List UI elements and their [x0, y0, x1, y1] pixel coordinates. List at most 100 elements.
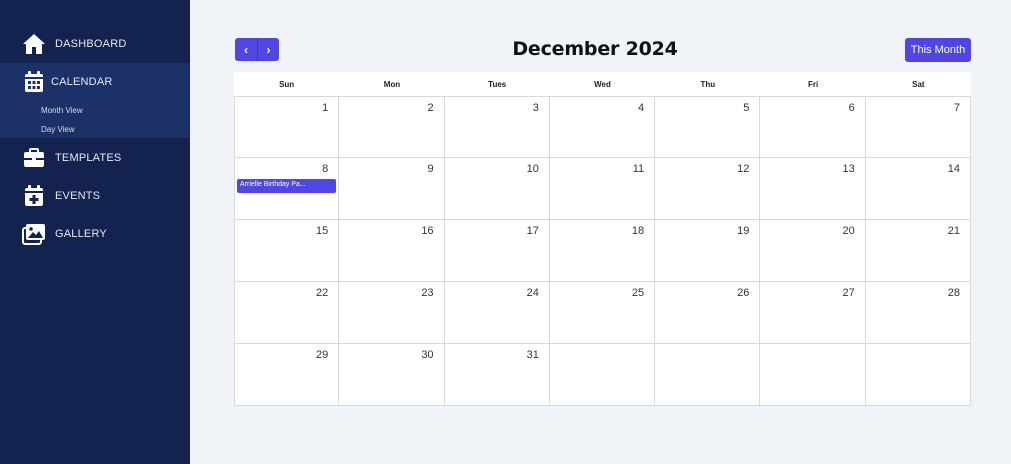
gallery-icon — [21, 222, 47, 246]
day-cell[interactable]: 2 — [339, 96, 445, 158]
sidebar: DASHBOARD CALENDAR Month View Day View T… — [0, 0, 190, 464]
day-cell[interactable]: 26 — [655, 282, 761, 344]
sidebar-item-gallery[interactable]: GALLERY — [0, 222, 190, 246]
day-cell[interactable]: 22 — [234, 282, 340, 344]
month-nav-group: ‹ › — [235, 38, 279, 61]
day-number: 31 — [526, 349, 539, 361]
day-cell[interactable]: 14 — [865, 158, 971, 220]
home-icon — [21, 32, 47, 56]
weekday-label: Thu — [700, 79, 716, 89]
day-cell[interactable]: 21 — [865, 220, 971, 282]
day-number: 29 — [316, 349, 329, 361]
weekday-header: Sun Mon Tues Wed Thu Fri Sat — [234, 72, 971, 96]
day-cell[interactable]: 18 — [549, 220, 656, 282]
day-number: 1 — [322, 102, 329, 114]
sidebar-subitem-day-view[interactable]: Day View — [41, 125, 75, 134]
sidebar-item-label: TEMPLATES — [55, 152, 122, 164]
day-number: 25 — [631, 287, 645, 299]
day-cell[interactable]: 1 — [234, 96, 340, 158]
day-cell[interactable] — [655, 344, 761, 406]
month-calendar: Sun Mon Tues Wed Thu Fri Sat 1 2 3 4 5 6… — [234, 72, 971, 406]
sidebar-item-events[interactable]: EVENTS — [0, 184, 190, 208]
next-month-button[interactable]: › — [257, 38, 279, 61]
day-cell[interactable]: 13 — [760, 158, 866, 220]
week-row: 29 30 31 — [234, 344, 971, 406]
week-row: 15 16 17 18 19 20 21 — [234, 220, 971, 282]
day-cell[interactable]: 15 — [234, 220, 340, 282]
day-number: 23 — [421, 287, 434, 299]
day-number: 28 — [947, 287, 960, 299]
day-number: 21 — [947, 225, 960, 237]
day-number: 9 — [427, 163, 434, 175]
sidebar-subitem-month-view[interactable]: Month View — [41, 106, 83, 115]
sidebar-item-label: GALLERY — [55, 228, 107, 240]
day-number: 30 — [421, 349, 434, 361]
day-cell[interactable]: 24 — [444, 282, 550, 344]
weekday-label: Mon — [383, 79, 401, 89]
sidebar-item-calendar[interactable]: CALENDAR — [0, 70, 190, 94]
weekday-label: Wed — [594, 79, 611, 89]
day-cell[interactable]: 5 — [655, 96, 761, 158]
day-cell[interactable]: 10 — [444, 158, 550, 220]
day-number: 16 — [421, 225, 434, 237]
sidebar-item-dashboard[interactable]: DASHBOARD — [0, 32, 190, 56]
this-month-button[interactable]: This Month — [905, 38, 971, 62]
day-number: 20 — [842, 225, 855, 237]
day-cell[interactable]: 28 — [865, 282, 971, 344]
event-chip[interactable]: Arrielle Birthday Pa... — [237, 179, 337, 193]
week-row: 22 23 24 25 26 27 28 — [234, 282, 971, 344]
day-cell[interactable]: 9 — [339, 158, 445, 220]
day-number: 27 — [842, 287, 855, 299]
day-cell[interactable]: 25 — [549, 282, 656, 344]
day-number: 10 — [526, 163, 539, 175]
sidebar-item-label: EVENTS — [55, 190, 101, 202]
day-cell[interactable] — [760, 344, 866, 406]
calendar-weeks: 1 2 3 4 5 6 7 8 Arrielle Birthday Pa... … — [234, 96, 971, 406]
day-cell[interactable]: 29 — [234, 344, 340, 406]
week-row: 8 Arrielle Birthday Pa... 9 10 11 12 13 … — [234, 158, 971, 220]
day-number: 2 — [427, 102, 434, 114]
sidebar-item-templates[interactable]: TEMPLATES — [0, 146, 190, 170]
day-cell[interactable]: 6 — [760, 96, 866, 158]
day-number: 14 — [947, 163, 960, 175]
day-cell[interactable]: 30 — [339, 344, 445, 406]
day-cell[interactable]: 31 — [444, 344, 550, 406]
weekday-label: Tues — [488, 79, 507, 89]
day-number: 19 — [737, 225, 750, 237]
day-cell[interactable]: 4 — [549, 96, 656, 158]
page-title: December 2024 — [512, 38, 678, 60]
day-cell[interactable]: 16 — [339, 220, 445, 282]
day-number: 3 — [532, 102, 539, 114]
day-cell[interactable]: 7 — [865, 96, 971, 158]
briefcase-icon — [21, 146, 47, 170]
prev-month-button[interactable]: ‹ — [235, 38, 257, 61]
calendar-icon — [21, 70, 47, 94]
day-number: 8 — [322, 163, 329, 175]
day-cell[interactable]: 20 — [760, 220, 866, 282]
calendar-plus-icon — [21, 184, 47, 208]
day-cell[interactable]: 8 Arrielle Birthday Pa... — [234, 158, 340, 220]
day-number: 6 — [848, 102, 855, 114]
day-number: 5 — [743, 102, 750, 114]
day-cell[interactable]: 3 — [444, 96, 550, 158]
day-number: 11 — [632, 163, 645, 175]
day-cell[interactable]: 17 — [444, 220, 550, 282]
weekday-label: Fri — [807, 79, 819, 89]
day-number: 13 — [842, 163, 855, 175]
day-cell[interactable]: 27 — [760, 282, 866, 344]
day-cell[interactable]: 12 — [655, 158, 761, 220]
day-cell[interactable]: 19 — [655, 220, 761, 282]
day-cell[interactable] — [549, 344, 656, 406]
day-cell[interactable] — [865, 344, 971, 406]
weekday-label: Sun — [279, 79, 295, 89]
day-number: 24 — [526, 287, 539, 299]
day-cell[interactable]: 23 — [339, 282, 445, 344]
day-number: 4 — [638, 102, 645, 114]
day-number: 18 — [631, 225, 645, 237]
day-cell[interactable]: 11 — [549, 158, 656, 220]
day-number: 26 — [737, 287, 750, 299]
day-number: 22 — [316, 287, 329, 299]
day-number: 12 — [737, 163, 750, 175]
main-content: ‹ › December 2024 This Month Sun Mon Tue… — [190, 0, 1011, 464]
day-number: 7 — [953, 102, 960, 114]
